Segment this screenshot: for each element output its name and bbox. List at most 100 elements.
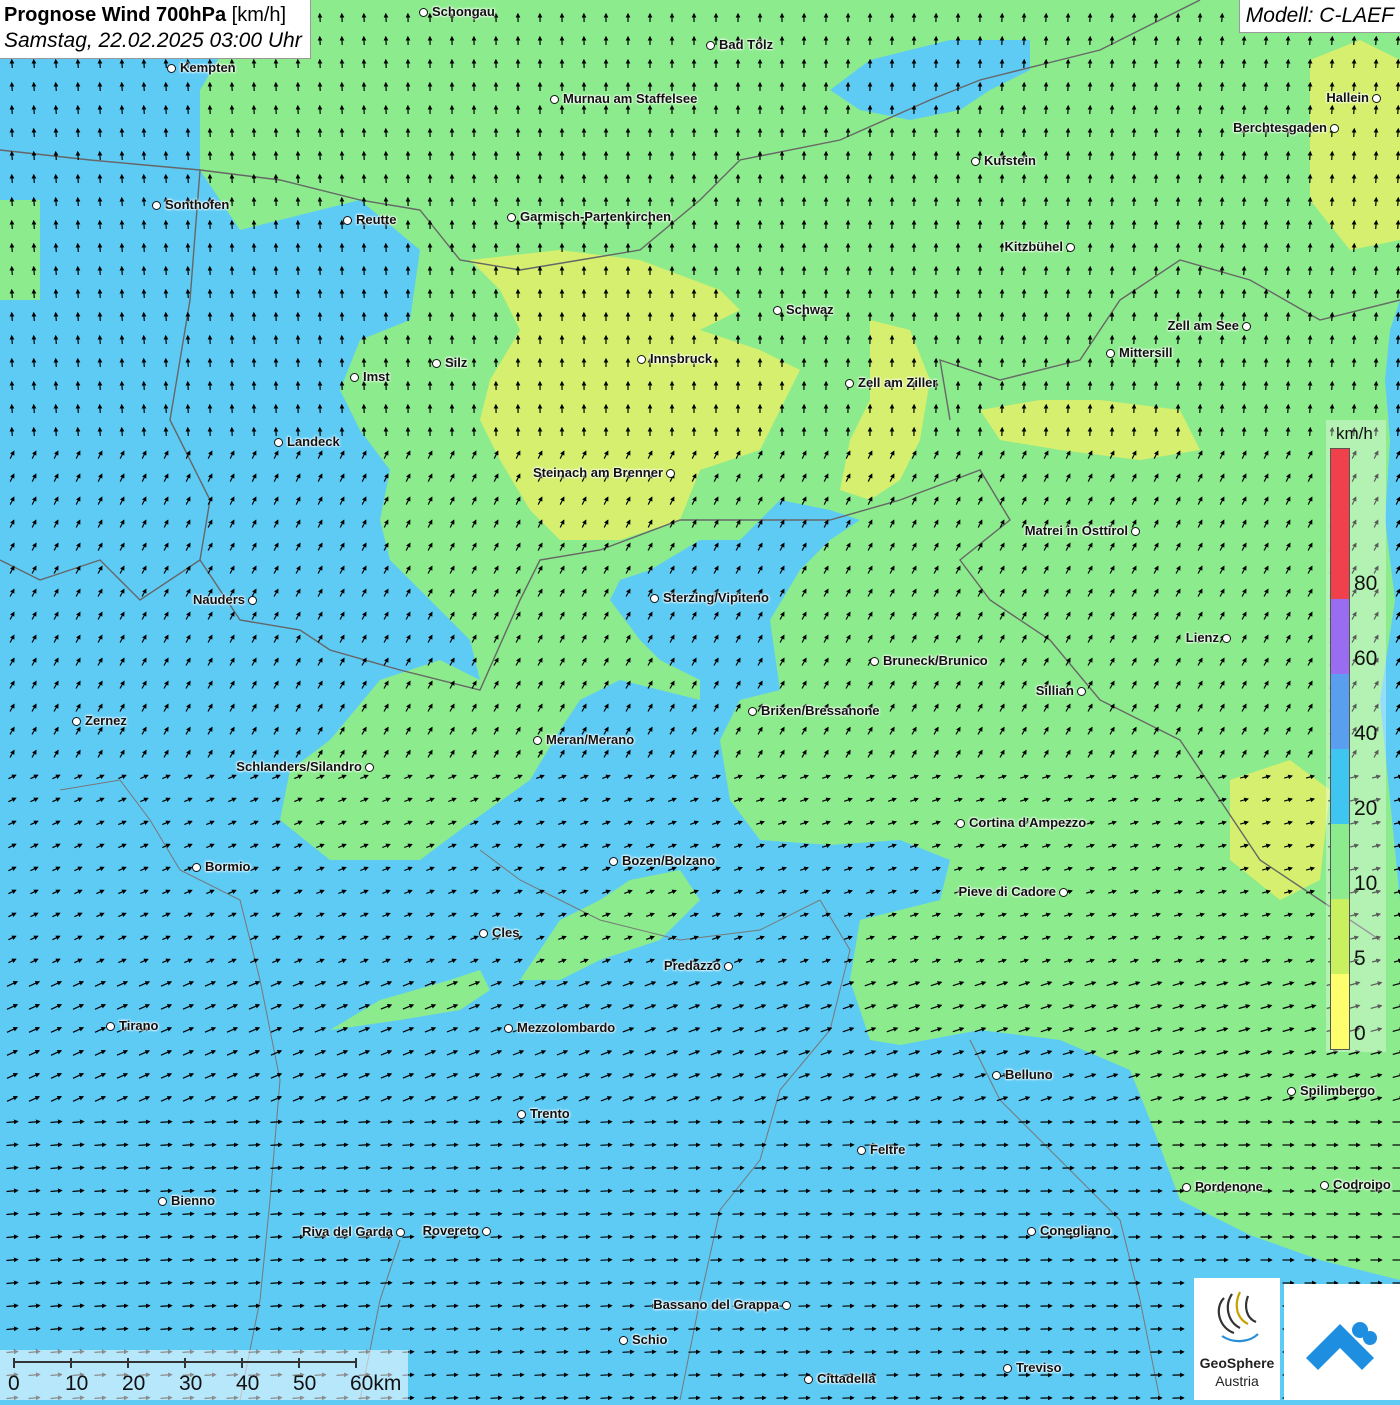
wind-arrow: [34, 106, 35, 114]
wind-arrow: [535, 1145, 546, 1146]
wind-arrow: [293, 1306, 304, 1307]
wind-arrow: [513, 1122, 524, 1123]
wind-arrow: [95, 1329, 106, 1330]
wind-arrow: [34, 152, 35, 160]
wind-arrow: [56, 60, 57, 68]
wind-arrow: [535, 1329, 546, 1330]
city-marker: [1131, 527, 1140, 536]
city-label: Schongau: [432, 4, 495, 19]
wind-arrow: [491, 1214, 502, 1215]
wind-arrow: [447, 1375, 458, 1376]
wind-arrow: [122, 221, 123, 229]
city-label: Cles: [492, 925, 519, 940]
wind-arrow: [469, 1214, 480, 1215]
legend-tick-label: 20: [1354, 797, 1377, 821]
city-label: Nauders: [193, 592, 245, 607]
city-marker: [1066, 243, 1075, 252]
city-marker: [773, 306, 782, 315]
wind-arrow: [1222, 175, 1223, 183]
wind-arrow: [78, 267, 79, 275]
wind-arrow: [1398, 313, 1399, 321]
legend-tick-label: 10: [1354, 872, 1377, 896]
wind-arrow: [315, 1168, 326, 1169]
wind-arrow: [579, 1122, 590, 1123]
legend-color-segment: [1331, 824, 1349, 899]
wind-arrow: [205, 1283, 216, 1284]
wind-arrow: [1376, 198, 1377, 206]
wind-arrow: [1310, 152, 1311, 160]
city-marker: [724, 962, 733, 971]
wind-arrow: [56, 83, 57, 91]
wind-arrow: [469, 1168, 480, 1169]
wind-arrow: [34, 60, 35, 68]
wind-arrow: [579, 1398, 590, 1399]
wind-arrow: [1266, 198, 1267, 206]
wind-arrow: [78, 405, 79, 413]
city-label: Schwaz: [786, 302, 834, 317]
city-label: Silz: [445, 355, 467, 370]
legend-color-segment: [1331, 749, 1349, 824]
wind-arrow: [139, 1237, 150, 1238]
wind-arrow: [425, 1214, 436, 1215]
city-marker: [167, 64, 176, 73]
wind-arrow: [337, 1214, 348, 1215]
wind-arrow: [100, 336, 101, 344]
city-label: Schlanders/Silandro: [236, 759, 362, 774]
city-marker: [248, 596, 257, 605]
wind-arrow: [579, 1375, 590, 1376]
wind-arrow: [34, 290, 35, 298]
geosphere-swirl-icon: [1194, 1278, 1280, 1354]
wind-arrow: [144, 267, 145, 275]
wind-arrow: [227, 1191, 238, 1192]
wind-arrow: [1244, 382, 1245, 390]
wind-arrow: [1398, 129, 1399, 137]
weather-app-logo[interactable]: [1284, 1284, 1400, 1400]
wind-arrow: [601, 1260, 612, 1261]
wind-arrow: [601, 1329, 612, 1330]
wind-arrow: [100, 290, 101, 298]
geosphere-logo[interactable]: GeoSphere Austria: [1194, 1278, 1280, 1400]
map-title-main: Prognose Wind 700hPa: [4, 4, 226, 26]
wind-arrow: [1310, 106, 1311, 114]
wind-arrow: [1354, 106, 1355, 114]
wind-arrow: [469, 1122, 480, 1123]
wind-arrow: [56, 198, 57, 206]
city-label: Imst: [363, 369, 390, 384]
wind-arrow: [139, 1191, 150, 1192]
city-marker: [650, 594, 659, 603]
wind-arrow: [188, 336, 189, 344]
wind-arrow: [535, 1260, 546, 1261]
city-marker: [343, 216, 352, 225]
wind-arrow: [557, 1237, 568, 1238]
wind-arrow: [623, 1306, 634, 1307]
wind-arrow: [1332, 359, 1333, 367]
wind-arrow: [78, 359, 79, 367]
city-label: Bozen/Bolzano: [622, 853, 715, 868]
wind-arrow: [513, 1214, 524, 1215]
wind-arrow: [579, 1329, 590, 1330]
wind-arrow: [34, 175, 35, 183]
city-marker: [609, 857, 618, 866]
wind-arrow: [12, 106, 13, 114]
wind-arrow: [513, 1306, 524, 1307]
city-label: Lienz: [1186, 630, 1219, 645]
wind-arrow: [535, 1283, 546, 1284]
wind-arrow: [56, 359, 57, 367]
wind-arrow: [144, 60, 145, 68]
wind-arrow: [166, 129, 167, 137]
wind-arrow: [1222, 83, 1223, 91]
wind-arrow: [166, 405, 167, 413]
wind-arrow: [166, 428, 167, 436]
city-label: Codroipo: [1333, 1177, 1391, 1192]
wind-arrow: [1354, 267, 1355, 275]
city-label: Mezzolombardo: [517, 1020, 615, 1035]
wind-arrow: [95, 1214, 106, 1215]
wind-arrow: [161, 1260, 172, 1261]
wind-arrow: [469, 1398, 480, 1399]
model-label: Modell: C-LAEF: [1239, 0, 1400, 33]
wind-arrow: [359, 1168, 370, 1169]
wind-arrow: [183, 1329, 194, 1330]
wind-arrow: [425, 1306, 436, 1307]
wind-arrow: [249, 1283, 260, 1284]
wind-arrow: [271, 1191, 282, 1192]
